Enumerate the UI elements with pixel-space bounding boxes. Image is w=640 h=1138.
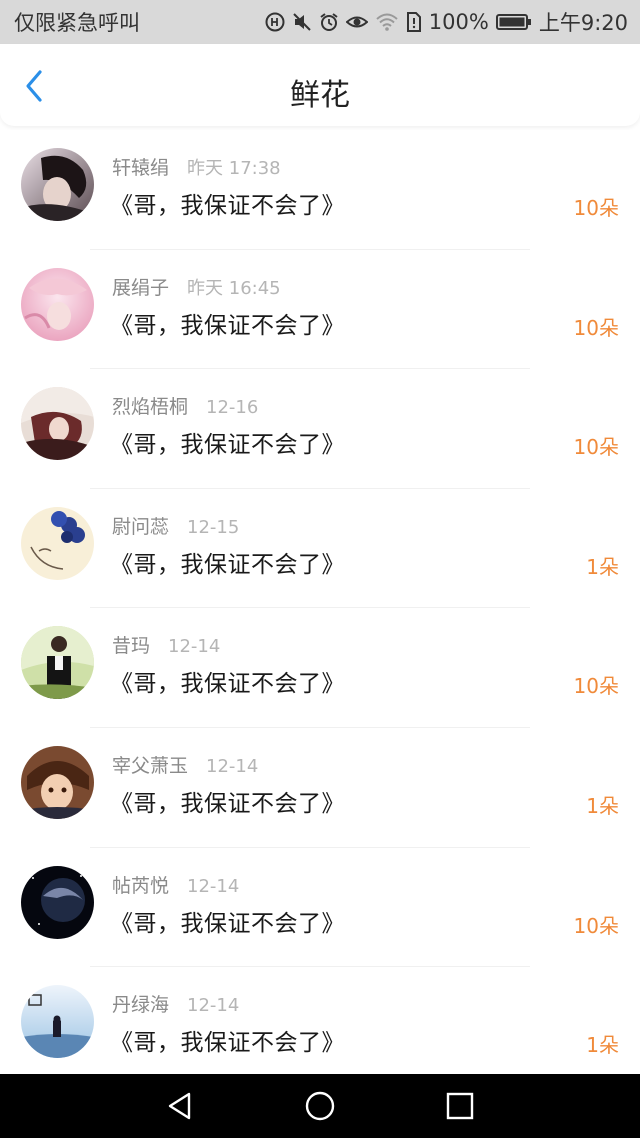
status-icons: 100% 上午9:20 <box>265 7 628 37</box>
status-bar: 仅限紧急呼叫 100% 上午9:20 <box>0 0 640 44</box>
nav-recents-button[interactable] <box>435 1081 485 1131</box>
timestamp: 12-14 <box>168 636 221 658</box>
nav-back-button[interactable] <box>155 1081 205 1131</box>
timestamp: 12-16 <box>206 397 259 419</box>
sender-name: 烈焰梧桐 <box>112 396 189 419</box>
flower-count: 1朵 <box>586 793 619 818</box>
flower-count: 10朵 <box>573 435 619 460</box>
hd-icon <box>265 12 285 32</box>
system-nav-bar <box>0 1074 640 1138</box>
avatar <box>21 865 94 939</box>
item-meta: 宰父萧玉 12-14 <box>112 751 258 778</box>
home-circle-icon <box>305 1091 335 1121</box>
status-left-text: 仅限紧急呼叫 <box>14 11 140 35</box>
status-time: 上午9:20 <box>538 11 628 35</box>
message-text: 《哥，我保证不会了》 <box>110 551 345 578</box>
timestamp: 12-14 <box>187 875 240 897</box>
flower-count: 1朵 <box>586 1033 619 1058</box>
message-text: 《哥，我保证不会了》 <box>110 790 345 817</box>
app-header: 鲜花 <box>0 44 640 126</box>
wifi-icon <box>375 12 399 32</box>
item-meta: 帖芮悦 12-14 <box>112 871 239 898</box>
list-item[interactable]: 昔玛 12-14 《哥，我保证不会了》 10朵 <box>0 608 640 728</box>
avatar <box>21 267 94 341</box>
alarm-icon <box>319 12 339 32</box>
nav-home-button[interactable] <box>295 1081 345 1131</box>
flower-list: 轩辕绢 昨天 17:38 《哥，我保证不会了》 10朵 展绢子 昨天 16:45… <box>0 130 640 1074</box>
flower-count: 1朵 <box>586 554 619 579</box>
sender-name: 尉问蕊 <box>112 515 170 538</box>
item-meta: 烈焰梧桐 12-16 <box>112 392 258 419</box>
battery-percent: 100% <box>428 10 489 34</box>
item-meta: 轩辕绢 昨天 17:38 <box>112 153 281 180</box>
avatar <box>21 148 94 221</box>
flower-count: 10朵 <box>573 913 619 938</box>
message-text: 《哥，我保证不会了》 <box>110 910 345 937</box>
recents-square-icon <box>446 1092 474 1120</box>
avatar <box>21 745 94 819</box>
timestamp: 昨天 17:38 <box>187 158 281 179</box>
sender-name: 帖芮悦 <box>112 874 170 897</box>
page-title: 鲜花 <box>290 78 350 113</box>
list-item[interactable]: 宰父萧玉 12-14 《哥，我保证不会了》 1朵 <box>0 728 640 848</box>
sender-name: 轩辕绢 <box>112 157 170 179</box>
list-item[interactable]: 轩辕绢 昨天 17:38 《哥，我保证不会了》 10朵 <box>0 130 640 250</box>
eye-icon <box>345 12 368 32</box>
mute-icon <box>292 12 312 32</box>
battery-icon <box>495 13 532 31</box>
timestamp: 12-14 <box>206 755 259 777</box>
timestamp: 12-14 <box>187 995 240 1017</box>
item-meta: 展绢子 昨天 16:45 <box>112 273 281 300</box>
message-text: 《哥，我保证不会了》 <box>110 1030 345 1057</box>
list-item[interactable]: 帖芮悦 12-14 《哥，我保证不会了》 10朵 <box>0 848 640 968</box>
item-meta: 昔玛 12-14 <box>112 631 220 658</box>
avatar <box>21 506 94 580</box>
sender-name: 昔玛 <box>112 635 151 658</box>
item-meta: 尉问蕊 12-15 <box>112 512 239 539</box>
message-text: 《哥，我保证不会了》 <box>110 193 345 219</box>
back-triangle-icon <box>168 1092 191 1120</box>
message-text: 《哥，我保证不会了》 <box>110 312 345 339</box>
sender-name: 展绢子 <box>112 276 170 299</box>
list-item[interactable]: 尉问蕊 12-15 《哥，我保证不会了》 1朵 <box>0 489 640 609</box>
sender-name: 宰父萧玉 <box>112 754 189 777</box>
timestamp: 昨天 16:45 <box>187 277 281 299</box>
avatar <box>21 387 94 461</box>
avatar <box>21 626 94 700</box>
item-meta: 丹绿海 12-14 <box>112 990 239 1017</box>
avatar <box>21 985 94 1059</box>
message-text: 《哥，我保证不会了》 <box>110 432 345 459</box>
list-item[interactable]: 展绢子 昨天 16:45 《哥，我保证不会了》 10朵 <box>0 250 640 370</box>
flower-count: 10朵 <box>573 674 619 699</box>
flower-count: 10朵 <box>573 196 619 220</box>
timestamp: 12-15 <box>187 516 240 538</box>
sim-icon <box>406 12 422 32</box>
list-item[interactable]: 丹绿海 12-14 《哥，我保证不会了》 1朵 <box>0 967 640 1074</box>
flower-count: 10朵 <box>573 315 619 340</box>
sender-name: 丹绿海 <box>112 994 170 1017</box>
list-item[interactable]: 烈焰梧桐 12-16 《哥，我保证不会了》 10朵 <box>0 369 640 489</box>
message-text: 《哥，我保证不会了》 <box>110 671 345 698</box>
